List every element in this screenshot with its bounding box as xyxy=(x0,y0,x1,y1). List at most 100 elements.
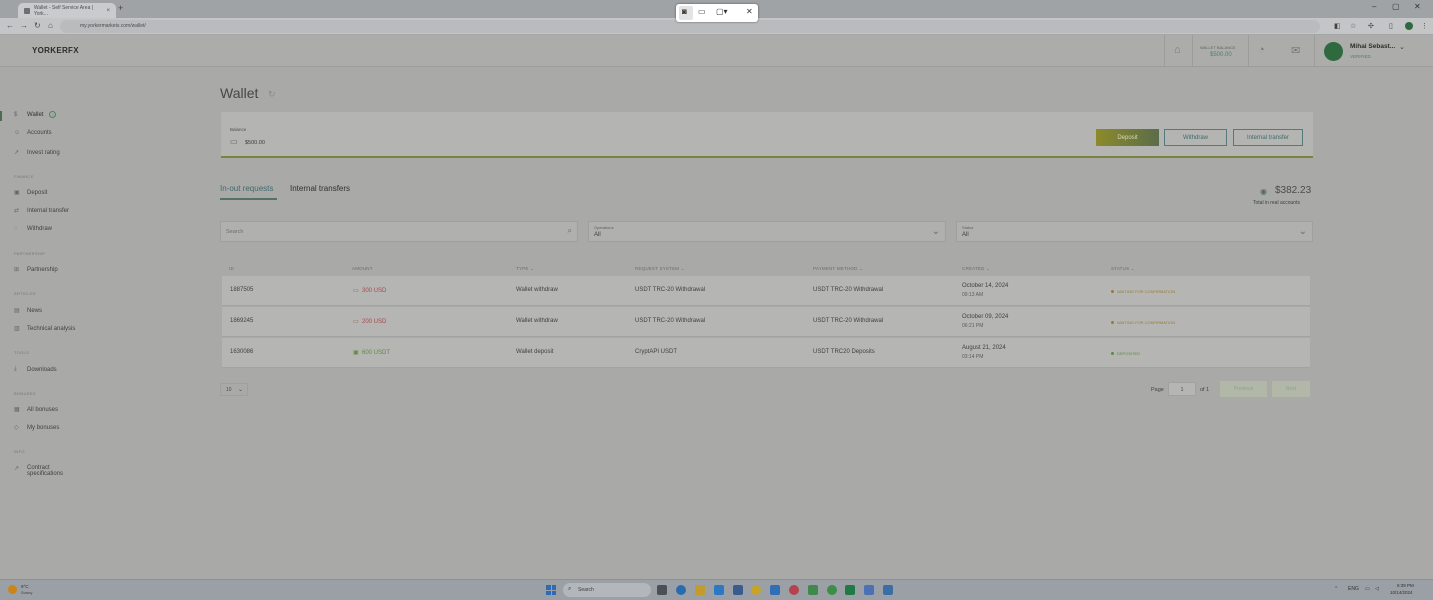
chevron-down-icon[interactable]: ⌄ xyxy=(1399,43,1405,51)
excel-icon[interactable] xyxy=(845,585,855,595)
sidebar-item-contract-specifications[interactable]: ↗ Contract specifications xyxy=(14,465,77,477)
app-icon[interactable] xyxy=(883,585,893,595)
handshake-icon: ⊞ xyxy=(14,267,20,273)
clock-time[interactable]: 6:39 PM xyxy=(1397,583,1414,588)
restore-button[interactable]: ▢ xyxy=(1392,2,1400,11)
rectangle-mode-icon[interactable]: ▢▾ xyxy=(716,7,728,16)
snip-close-icon[interactable]: ✕ xyxy=(746,7,753,16)
operations-select[interactable]: Operations All ⌄ xyxy=(588,221,946,242)
wallet-balance-value: $500.00 xyxy=(1210,52,1232,58)
status-select[interactable]: Status All ⌄ xyxy=(956,221,1313,242)
column-request-system[interactable]: REQUEST SYSTEM ⌄ xyxy=(635,266,685,272)
minimize-button[interactable]: – xyxy=(1372,2,1376,11)
camera-icon[interactable]: ◙ xyxy=(682,7,687,16)
page-number-input[interactable]: 1 xyxy=(1168,382,1196,396)
volume-icon[interactable]: ◁ xyxy=(1375,586,1379,592)
sidebar-item-news[interactable]: ▤ News xyxy=(14,307,42,315)
close-window-button[interactable]: ✕ xyxy=(1414,2,1421,11)
split-view-icon[interactable]: ▯ xyxy=(1389,22,1393,30)
avatar[interactable] xyxy=(1324,42,1343,61)
sun-icon[interactable] xyxy=(8,585,17,594)
deposit-button[interactable]: Deposit xyxy=(1096,129,1159,146)
extension-icon[interactable]: ◧ xyxy=(1334,22,1341,30)
page-of-label: of 1 xyxy=(1200,387,1210,393)
profile-icon[interactable] xyxy=(1405,22,1413,30)
network-icon[interactable]: ▭ xyxy=(1365,586,1370,592)
app-icon[interactable] xyxy=(789,585,799,595)
language-indicator[interactable]: ENG xyxy=(1348,586,1359,592)
tab-internal-transfers[interactable]: Internal transfers xyxy=(290,184,350,193)
sidebar-item-partnership[interactable]: ⊞ Partnership xyxy=(14,266,58,274)
forward-icon[interactable]: → xyxy=(20,21,28,30)
wallet-balance-label: WALLET BALANCE xyxy=(1200,45,1236,50)
per-page-value: 10 xyxy=(226,387,232,393)
file-explorer-icon[interactable] xyxy=(695,585,705,595)
browser-tab-pinned[interactable] xyxy=(4,3,16,18)
taskbar-search[interactable]: ⌕ Search xyxy=(563,583,651,597)
yorkerfx-logo[interactable]: YORKERFX xyxy=(32,46,79,55)
extensions-puzzle-icon[interactable]: ✣ xyxy=(1368,22,1374,30)
sidebar-item-my-bonuses[interactable]: ◇ My bonuses xyxy=(14,424,59,432)
search-icon: ⌕ xyxy=(567,226,572,235)
close-tab-icon[interactable]: × xyxy=(106,8,110,14)
new-tab-button[interactable]: + xyxy=(118,3,123,13)
column-type[interactable]: TYPE ⌄ xyxy=(516,266,534,272)
search-input[interactable]: Search ⌕ xyxy=(220,221,578,242)
internal-transfer-button[interactable]: Internal transfer xyxy=(1233,129,1303,146)
app-icon[interactable] xyxy=(770,585,780,595)
table-row[interactable]: 1887505 ▭ 300 USD Wallet withdraw USDT TR… xyxy=(222,276,1310,306)
sidebar-item-downloads[interactable]: ⤓ Downloads xyxy=(14,366,57,373)
video-icon[interactable]: ▭ xyxy=(698,7,706,16)
windows-start-icon[interactable] xyxy=(546,585,556,595)
app-icon[interactable] xyxy=(808,585,818,595)
user-icon: ☺ xyxy=(14,130,21,136)
sidebar-item-accounts[interactable]: ☺ Accounts xyxy=(14,130,52,136)
sidebar-item-deposit[interactable]: ▣ Deposit xyxy=(14,189,47,197)
row-request-system: CryptAPI USDT xyxy=(635,349,678,355)
sidebar-item-all-bonuses[interactable]: ▦ All bonuses xyxy=(14,406,58,414)
clock-date[interactable]: 10/14/2024 xyxy=(1390,590,1413,595)
status-dot xyxy=(1111,321,1114,325)
column-status[interactable]: STATUS ⌄ xyxy=(1111,266,1135,272)
sidebar-item-label: Invest rating xyxy=(27,149,60,156)
previous-page-button[interactable]: Previous xyxy=(1220,381,1267,397)
table-row[interactable]: 1869245 ▭ 200 USD Wallet withdraw USDT TR… xyxy=(222,307,1310,337)
mail-app-icon[interactable] xyxy=(714,585,724,595)
browser-tab-wallet[interactable]: Wallet - Self Service Area | York... × xyxy=(18,3,116,18)
eye-icon[interactable]: ◉ xyxy=(1260,187,1267,196)
home-icon[interactable]: ⌂ xyxy=(48,21,53,30)
withdraw-button[interactable]: Withdraw xyxy=(1164,129,1227,146)
whatsapp-icon[interactable] xyxy=(827,585,837,595)
per-page-select[interactable]: 10 ⌄ xyxy=(220,383,248,396)
mail-icon[interactable]: ✉ xyxy=(1291,44,1300,57)
speedometer-icon[interactable]: ◔ xyxy=(1258,44,1265,56)
info-icon[interactable]: i xyxy=(49,111,57,118)
back-icon[interactable]: ← xyxy=(6,21,14,30)
column-amount: AMOUNT xyxy=(352,266,373,271)
sidebar-item-withdraw[interactable]: ◌ Withdraw xyxy=(14,226,52,232)
app-icon[interactable] xyxy=(676,585,686,595)
user-name[interactable]: Mihai Sebast... xyxy=(1350,43,1395,50)
browser-menu-icon[interactable]: ⋮ xyxy=(1421,22,1428,30)
column-payment-method[interactable]: PAYMENT METHOD ⌄ xyxy=(813,266,863,272)
home-icon[interactable]: ⌂ xyxy=(1174,44,1181,56)
sidebar-item-internal-transfer[interactable]: ⇄ Internal transfer xyxy=(14,207,69,215)
sidebar-item-technical-analysis[interactable]: ▥ Technical analysis xyxy=(14,325,75,333)
page-title: Wallet xyxy=(220,85,259,101)
table-row[interactable]: 1630086 ▣ 600 USDT Wallet deposit CryptAP… xyxy=(222,338,1310,368)
contract-icon: ↗ xyxy=(14,466,20,472)
task-view-icon[interactable] xyxy=(657,585,667,595)
column-created[interactable]: CREATED ⌄ xyxy=(962,266,990,272)
chevron-up-icon[interactable]: ⌃ xyxy=(1334,586,1338,592)
status-text: WAITING FOR CONFIRMATION xyxy=(1117,320,1176,325)
chrome-icon[interactable] xyxy=(751,585,761,595)
withdraw-icon: ▭ xyxy=(353,319,359,325)
app-icon[interactable] xyxy=(864,585,874,595)
store-icon[interactable] xyxy=(733,585,743,595)
refresh-icon[interactable]: ↻ xyxy=(268,89,276,100)
sidebar-item-invest-rating[interactable]: ↗ Invest rating xyxy=(14,149,60,157)
tab-in-out-requests[interactable]: In-out requests xyxy=(220,184,273,193)
bookmark-star-icon[interactable]: ☆ xyxy=(1350,22,1356,30)
reload-icon[interactable]: ↻ xyxy=(34,21,41,30)
next-page-button[interactable]: Next xyxy=(1272,381,1310,397)
